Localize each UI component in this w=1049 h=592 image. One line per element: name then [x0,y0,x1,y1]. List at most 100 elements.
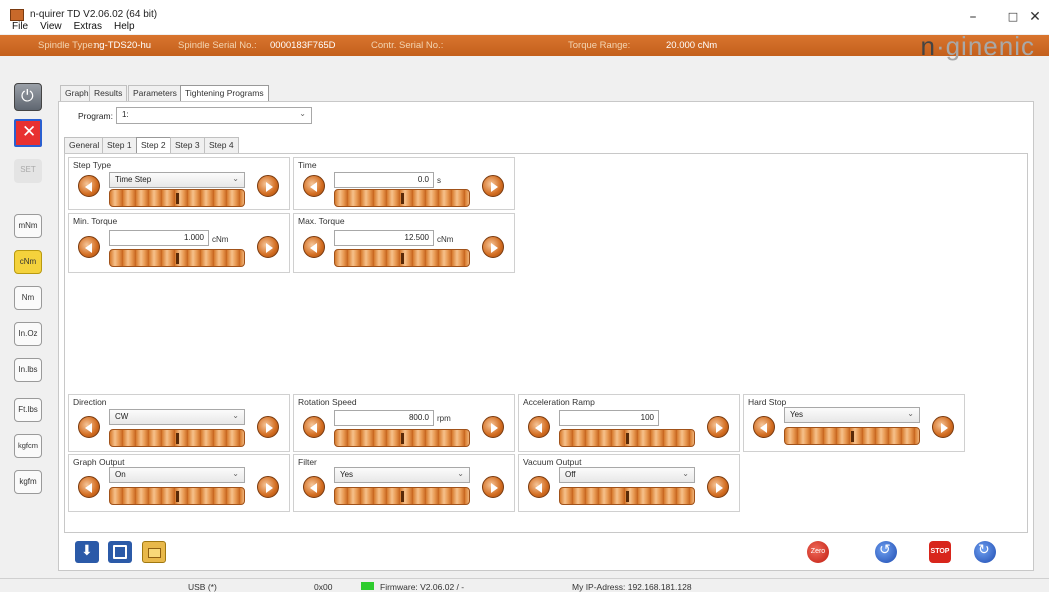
acceleration-ramp-label: Acceleration Ramp [523,397,595,407]
rotate-ccw-icon: ↺ [879,542,891,558]
unit-cnm-button[interactable]: cNm [14,250,42,274]
menu-view[interactable]: View [40,21,62,32]
step-type-wheel[interactable] [109,189,245,207]
unit-inlbs-button[interactable]: In.lbs [14,358,42,382]
min-torque-input[interactable]: 1.000 [109,230,209,246]
filter-next-button[interactable] [482,476,504,498]
filter-select[interactable]: Yes ⌄ [334,467,470,483]
power-button[interactable]: ⏻ [14,83,42,111]
spindle-type-label: Spindle Type: [38,40,96,51]
direction-wheel[interactable] [109,429,245,447]
firmware-status-indicator [361,582,374,590]
tab-general[interactable]: General [64,137,105,153]
max-torque-input[interactable]: 12.500 [334,230,434,246]
stop-button[interactable]: STOP [929,541,951,563]
unit-kgfm-button[interactable]: kgfm [14,470,42,494]
vacuum-output-select[interactable]: Off ⌄ [559,467,695,483]
vacuum-output-prev-button[interactable] [528,476,550,498]
graph-output-label: Graph Output [73,457,125,467]
filter-wheel[interactable] [334,487,470,505]
tab-step-3[interactable]: Step 3 [170,137,205,153]
graph-output-wheel[interactable] [109,487,245,505]
acceleration-ramp-input[interactable]: 100 [559,410,659,426]
rotate-cw-button[interactable]: ↻ [974,541,996,563]
min-torque-next-button[interactable] [257,236,279,258]
folder-icon [148,548,161,558]
zero-button[interactable]: Zero [807,541,829,563]
step-type-select[interactable]: Time Step ⌄ [109,172,245,188]
hard-stop-next-button[interactable] [932,416,954,438]
direction-prev-button[interactable] [78,416,100,438]
tab-step-1[interactable]: Step 1 [102,137,137,153]
vacuum-output-wheel[interactable] [559,487,695,505]
min-torque-prev-button[interactable] [78,236,100,258]
power-icon: ⏻ [21,86,34,105]
floppy-disk-icon [113,545,127,559]
graph-output-select[interactable]: On ⌄ [109,467,245,483]
hard-stop-prev-button[interactable] [753,416,775,438]
hard-stop-select[interactable]: Yes ⌄ [784,407,920,423]
open-folder-button[interactable] [142,541,166,563]
program-select[interactable]: 1: ⌄ [116,107,312,124]
time-wheel[interactable] [334,189,470,207]
rotation-speed-input[interactable]: 800.0 [334,410,434,426]
acceleration-ramp-prev-button[interactable] [528,416,550,438]
set-button[interactable]: SET [14,159,42,183]
rotation-speed-next-button[interactable] [482,416,504,438]
vacuum-output-next-button[interactable] [707,476,729,498]
acceleration-ramp-next-button[interactable] [707,416,729,438]
contr-serial-label: Contr. Serial No.: [371,40,444,51]
minimize-button[interactable]: – [953,5,993,29]
vacuum-output-label: Vacuum Output [523,457,582,467]
cancel-button[interactable]: ✕ [14,119,42,147]
menu-extras[interactable]: Extras [74,21,102,32]
time-prev-button[interactable] [303,175,325,197]
direction-select[interactable]: CW ⌄ [109,409,245,425]
time-group: Time 0.0 s [293,157,515,210]
tab-step-4[interactable]: Step 4 [204,137,239,153]
time-next-button[interactable] [482,175,504,197]
rotate-ccw-button[interactable]: ↺ [875,541,897,563]
max-torque-wheel[interactable] [334,249,470,267]
min-torque-wheel[interactable] [109,249,245,267]
graph-output-next-button[interactable] [257,476,279,498]
menu-file[interactable]: File [12,21,28,32]
firmware-version: Firmware: V2.06.02 / - [380,582,465,592]
graph-output-prev-button[interactable] [78,476,100,498]
rotation-speed-wheel[interactable] [334,429,470,447]
tab-results[interactable]: Results [89,85,128,101]
direction-next-button[interactable] [257,416,279,438]
rotation-speed-prev-button[interactable] [303,416,325,438]
arrow-down-icon: ⬇ [81,543,93,559]
filter-prev-button[interactable] [303,476,325,498]
ip-address: My IP-Adress: 192.168.181.128 [572,582,692,592]
filter-value: Yes [340,470,354,479]
menu-help[interactable]: Help [114,21,135,32]
step-type-group: Step Type Time Step ⌄ [68,157,290,210]
status-code: 0x00 [314,582,333,592]
step-type-next-button[interactable] [257,175,279,197]
unit-ftlbs-button[interactable]: Ft.lbs [14,398,42,422]
tab-parameters[interactable]: Parameters [128,85,182,101]
program-value: 1: [122,110,129,119]
save-button[interactable] [108,541,132,563]
time-input[interactable]: 0.0 [334,172,434,188]
close-window-button[interactable]: ✕ [1021,5,1049,29]
step-type-prev-button[interactable] [78,175,100,197]
filter-group: Filter Yes ⌄ [293,454,515,512]
hard-stop-value: Yes [790,410,804,419]
unit-nm-button[interactable]: Nm [14,286,42,310]
max-torque-next-button[interactable] [482,236,504,258]
acceleration-ramp-wheel[interactable] [559,429,695,447]
unit-mnm-button[interactable]: mNm [14,214,42,238]
tab-tightening-programs[interactable]: Tightening Programs [180,85,269,101]
x-icon: ✕ [22,122,37,142]
hard-stop-wheel[interactable] [784,427,920,445]
graph-output-group: Graph Output On ⌄ [68,454,290,512]
download-button[interactable]: ⬇ [75,541,99,563]
tab-step-2[interactable]: Step 2 [136,137,171,153]
unit-kgfcm-button[interactable]: kgfcm [14,434,42,458]
max-torque-prev-button[interactable] [303,236,325,258]
unit-inoz-button[interactable]: In.Oz [14,322,42,346]
max-torque-label: Max. Torque [298,216,345,226]
